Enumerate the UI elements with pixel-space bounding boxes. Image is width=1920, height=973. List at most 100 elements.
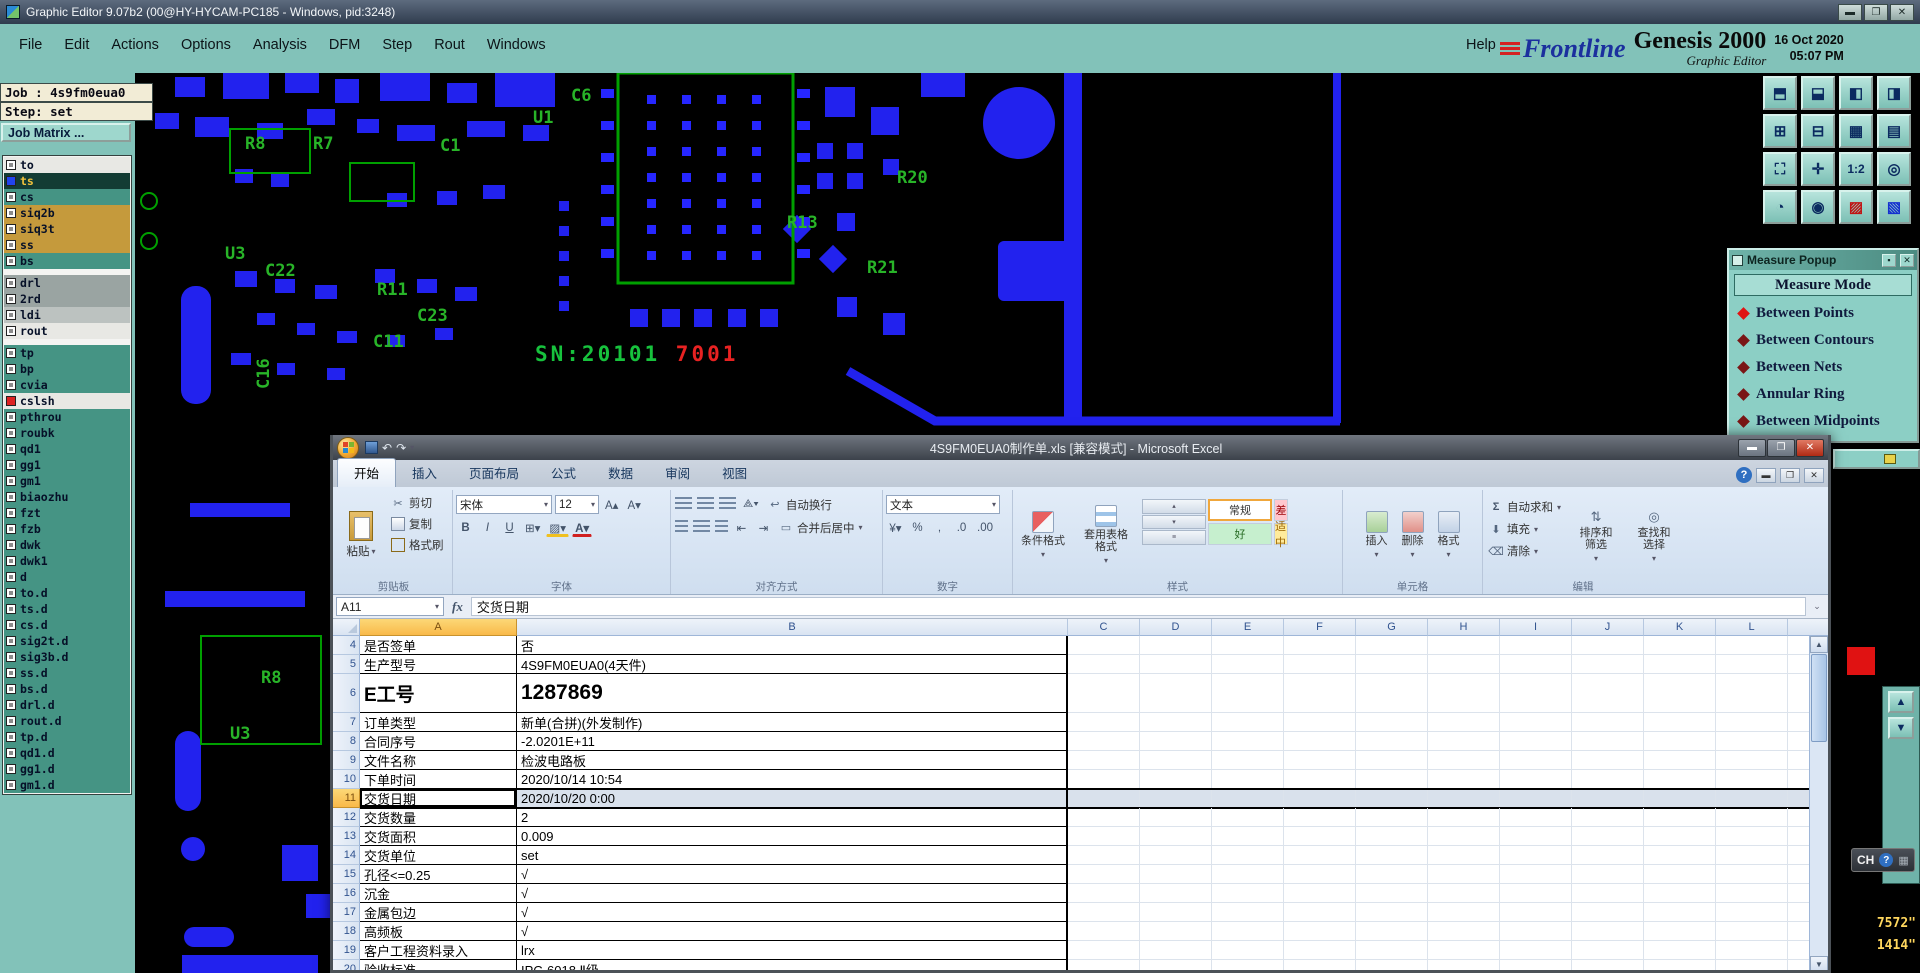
layer-checkbox[interactable]	[6, 476, 16, 486]
cell-E14[interactable]	[1212, 846, 1284, 865]
shrink-font-button[interactable]: A▾	[624, 495, 643, 514]
cell-B6[interactable]: 1287869	[517, 674, 1068, 713]
layer-item-fzb[interactable]: fzb	[4, 521, 130, 537]
cell-E5[interactable]	[1212, 655, 1284, 674]
popup-close-button[interactable]: ✕	[1900, 253, 1914, 267]
layer-item-gm1.d[interactable]: gm1.d	[4, 777, 130, 793]
cell-G19[interactable]	[1356, 941, 1428, 960]
vertical-scrollbar[interactable]: ▲ ▼	[1809, 636, 1828, 970]
cell-F11[interactable]	[1284, 789, 1356, 808]
format-painter-button[interactable]: 格式刷	[388, 536, 447, 554]
cell-I14[interactable]	[1500, 846, 1572, 865]
layer-item-gg1[interactable]: gg1	[4, 457, 130, 473]
cell-A8[interactable]: 合同序号	[360, 732, 517, 751]
measure-mode-between-contours[interactable]: Between Contours	[1729, 327, 1917, 354]
cell-J12[interactable]	[1572, 808, 1644, 827]
cell-F12[interactable]	[1284, 808, 1356, 827]
tool-button-7[interactable]: ▦	[1839, 114, 1873, 148]
layer-checkbox[interactable]	[6, 444, 16, 454]
cell-A15[interactable]: 孔径<=0.25	[360, 865, 517, 884]
layer-item-dwk1[interactable]: dwk1	[4, 553, 130, 569]
cell-E7[interactable]	[1212, 713, 1284, 732]
cell-B20[interactable]: IPC-6018 Ⅱ级	[517, 960, 1068, 970]
column-header-I[interactable]: I	[1500, 619, 1572, 636]
cell-J18[interactable]	[1572, 922, 1644, 941]
cell-G5[interactable]	[1356, 655, 1428, 674]
excel-maximize-button[interactable]: ❐	[1767, 438, 1795, 457]
cell-B19[interactable]: lrx	[517, 941, 1068, 960]
gallery-scroll-3[interactable]: ≡	[1142, 530, 1206, 546]
tool-button-9[interactable]: ⛶	[1763, 152, 1797, 186]
layer-checkbox[interactable]	[6, 604, 16, 614]
font-size-select[interactable]: 12 ▾	[555, 495, 599, 514]
cell-E15[interactable]	[1212, 865, 1284, 884]
column-header-F[interactable]: F	[1284, 619, 1356, 636]
cell-D11[interactable]	[1140, 789, 1212, 808]
menu-edit[interactable]: Edit	[53, 34, 100, 56]
cell-F14[interactable]	[1284, 846, 1356, 865]
cell-K10[interactable]	[1644, 770, 1716, 789]
autosum-button[interactable]: Σ 自动求和 ▾	[1486, 498, 1564, 516]
cell-H16[interactable]	[1428, 884, 1500, 903]
cell-G6[interactable]	[1356, 674, 1428, 713]
cell-J7[interactable]	[1572, 713, 1644, 732]
align-middle-icon[interactable]	[697, 497, 714, 512]
maximize-button[interactable]: ❐	[1864, 3, 1888, 21]
row-header-20[interactable]: 20	[333, 960, 360, 970]
cell-D19[interactable]	[1140, 941, 1212, 960]
cell-L15[interactable]	[1716, 865, 1788, 884]
cell-style-4[interactable]: 适中	[1274, 521, 1288, 549]
layer-item-siq2b[interactable]: siq2b	[4, 205, 130, 221]
cell-I16[interactable]	[1500, 884, 1572, 903]
cell-J14[interactable]	[1572, 846, 1644, 865]
cell-G9[interactable]	[1356, 751, 1428, 770]
cell-B13[interactable]: 0.009	[517, 827, 1068, 846]
cell-K6[interactable]	[1644, 674, 1716, 713]
cell-C14[interactable]	[1068, 846, 1140, 865]
cell-K8[interactable]	[1644, 732, 1716, 751]
row-header-6[interactable]: 6	[333, 674, 360, 713]
cell-C6[interactable]	[1068, 674, 1140, 713]
layer-item-tp.d[interactable]: tp.d	[4, 729, 130, 745]
office-button[interactable]	[337, 436, 359, 459]
cell-A14[interactable]: 交货单位	[360, 846, 517, 865]
cell-H20[interactable]	[1428, 960, 1500, 970]
measure-mode-between-nets[interactable]: Between Nets	[1729, 354, 1917, 381]
cell-D15[interactable]	[1140, 865, 1212, 884]
name-box[interactable]: A11 ▾	[336, 597, 444, 616]
layer-item-drl[interactable]: drl	[4, 275, 130, 291]
cell-D18[interactable]	[1140, 922, 1212, 941]
cell-G15[interactable]	[1356, 865, 1428, 884]
cell-C11[interactable]	[1068, 789, 1140, 808]
copy-button[interactable]: 复制	[388, 515, 447, 533]
layer-checkbox[interactable]	[6, 348, 16, 358]
conditional-format-button[interactable]: 条件格式 ▾	[1016, 491, 1070, 579]
tab-视图[interactable]: 视图	[706, 459, 763, 487]
layer-item-drl.d[interactable]: drl.d	[4, 697, 130, 713]
excel-minimize-button[interactable]: ▬	[1738, 438, 1766, 457]
layer-checkbox[interactable]	[6, 748, 16, 758]
layer-checkbox[interactable]	[6, 460, 16, 470]
cell-L14[interactable]	[1716, 846, 1788, 865]
cell-D5[interactable]	[1140, 655, 1212, 674]
cell-E19[interactable]	[1212, 941, 1284, 960]
orientation-button[interactable]: ⟁▾	[740, 495, 762, 514]
cell-H15[interactable]	[1428, 865, 1500, 884]
cell-H13[interactable]	[1428, 827, 1500, 846]
row-header-14[interactable]: 14	[333, 846, 360, 865]
cell-K9[interactable]	[1644, 751, 1716, 770]
tool-button-5[interactable]: ⊞	[1763, 114, 1797, 148]
increase-indent-button[interactable]: ⇥	[754, 518, 773, 537]
tool-button-14[interactable]: ◉	[1801, 190, 1835, 224]
layer-item-roubk[interactable]: roubk	[4, 425, 130, 441]
row-header-19[interactable]: 19	[333, 941, 360, 960]
scroll-down-icon[interactable]: ▼	[1810, 956, 1828, 970]
layer-item-2rd[interactable]: 2rd	[4, 291, 130, 307]
cell-G7[interactable]	[1356, 713, 1428, 732]
layer-item-gg1.d[interactable]: gg1.d	[4, 761, 130, 777]
cell-J8[interactable]	[1572, 732, 1644, 751]
cell-K16[interactable]	[1644, 884, 1716, 903]
menu-help[interactable]: Help	[1466, 37, 1496, 53]
strip-button-up[interactable]: ▲	[1888, 691, 1914, 713]
language-indicator[interactable]: CH	[1857, 853, 1874, 867]
